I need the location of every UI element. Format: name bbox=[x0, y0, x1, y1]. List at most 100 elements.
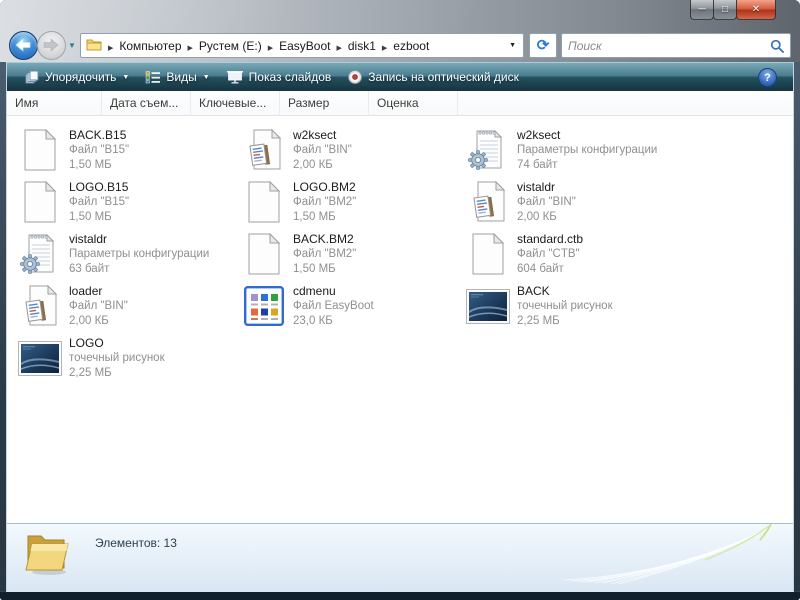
file-size: 2,00 КБ bbox=[69, 314, 128, 329]
folder-icon bbox=[21, 530, 73, 581]
maximize-icon[interactable]: □ bbox=[713, 0, 737, 20]
toolbar-button[interactable]: Виды ▼ bbox=[137, 65, 217, 89]
chevron-down-icon: ▼ bbox=[203, 74, 210, 81]
column-header[interactable]: Дата съем... bbox=[102, 91, 191, 115]
column-header[interactable]: Ключевые... bbox=[191, 91, 280, 115]
file-name: BACK bbox=[517, 284, 613, 299]
column-header[interactable]: Оценка bbox=[369, 91, 458, 115]
blank-file-icon bbox=[463, 233, 513, 275]
toolbar-button[interactable]: Показ слайдов bbox=[218, 65, 340, 89]
bin-file-icon bbox=[463, 181, 513, 223]
search-input[interactable] bbox=[562, 39, 770, 53]
window-frame-right bbox=[794, 62, 800, 600]
minimize-icon[interactable]: ─ bbox=[690, 0, 714, 20]
file-type: точечный рисунок bbox=[69, 351, 165, 366]
breadcrumb-separator-icon: ▶ bbox=[104, 45, 117, 52]
chevron-down-icon: ▼ bbox=[122, 74, 129, 81]
file-size: 2,25 МБ bbox=[517, 314, 613, 329]
refresh-button[interactable]: ⟳ bbox=[529, 33, 557, 58]
slideshow-icon bbox=[226, 70, 244, 84]
blank-file-icon bbox=[239, 233, 289, 275]
file-text: vistaldrФайл "BIN"2,00 КБ bbox=[517, 180, 576, 225]
file-text: loaderФайл "BIN"2,00 КБ bbox=[69, 284, 128, 329]
file-type: Файл EasyBoot bbox=[293, 299, 374, 314]
help-button[interactable]: ? bbox=[758, 68, 777, 87]
file-item[interactable]: w2ksectФайл "BIN"2,00 КБ bbox=[239, 124, 463, 176]
file-item[interactable]: vistaldrПараметры конфигурации63 байт bbox=[15, 228, 239, 280]
toolbar-button-label: Виды bbox=[166, 70, 196, 84]
file-text: standard.ctbФайл "CTB"604 байт bbox=[517, 232, 583, 277]
easyboot-file-icon bbox=[239, 286, 289, 326]
file-type: Файл "BIN" bbox=[293, 143, 352, 158]
client-area: Упорядочить▼ Виды ▼ Показ слайдов Запись на … bbox=[6, 62, 794, 592]
breadcrumb-item[interactable]: disk1 bbox=[346, 39, 378, 53]
breadcrumb-separator-icon: ▶ bbox=[332, 45, 345, 52]
breadcrumb-item[interactable]: Компьютер bbox=[117, 39, 183, 53]
breadcrumb-separator-icon: ▶ bbox=[378, 45, 391, 52]
file-item[interactable]: w2ksectПараметры конфигурации74 байт bbox=[463, 124, 783, 176]
file-text: w2ksectФайл "BIN"2,00 КБ bbox=[293, 128, 352, 173]
file-size: 2,00 КБ bbox=[517, 210, 576, 225]
burn-disc-icon bbox=[347, 69, 363, 85]
config-file-icon bbox=[463, 129, 513, 171]
file-item[interactable]: BACK.B15Файл "B15"1,50 МБ bbox=[15, 124, 239, 176]
toolbar-button[interactable]: Упорядочить▼ bbox=[17, 65, 137, 89]
file-type: Файл "BM2" bbox=[293, 247, 356, 262]
file-item[interactable]: vistaldrФайл "BIN"2,00 КБ bbox=[463, 176, 783, 228]
file-name: loader bbox=[69, 284, 128, 299]
file-type: Файл "CTB" bbox=[517, 247, 583, 262]
file-item[interactable]: LOGOточечный рисунок2,25 МБ bbox=[15, 332, 239, 384]
file-item[interactable]: loaderФайл "BIN"2,00 КБ bbox=[15, 280, 239, 332]
file-name: standard.ctb bbox=[517, 232, 583, 247]
file-size: 1,50 МБ bbox=[293, 262, 356, 277]
file-size: 2,25 МБ bbox=[69, 366, 165, 381]
refresh-icon: ⟳ bbox=[537, 38, 550, 53]
file-size: 23,0 КБ bbox=[293, 314, 374, 329]
blank-file-icon bbox=[239, 181, 289, 223]
file-item[interactable]: standard.ctbФайл "CTB"604 байт bbox=[463, 228, 783, 280]
toolbar-button[interactable]: Запись на оптический диск bbox=[339, 65, 527, 89]
breadcrumb-separator-icon: ▶ bbox=[264, 45, 277, 52]
file-item[interactable]: BACK.BM2Файл "BM2"1,50 МБ bbox=[239, 228, 463, 280]
breadcrumb-item[interactable]: Рустем (E:) bbox=[197, 39, 264, 53]
file-type: Параметры конфигурации bbox=[69, 247, 209, 262]
views-icon bbox=[145, 70, 161, 84]
aero-swoosh-decoration bbox=[555, 522, 785, 586]
file-item[interactable]: LOGO.BM2Файл "BM2"1,50 МБ bbox=[239, 176, 463, 228]
file-item[interactable]: BACKточечный рисунок2,25 МБ bbox=[463, 280, 783, 332]
file-text: BACK.BM2Файл "BM2"1,50 МБ bbox=[293, 232, 356, 277]
file-size: 604 байт bbox=[517, 262, 583, 277]
search-box bbox=[561, 33, 791, 58]
column-header[interactable]: Имя bbox=[7, 91, 102, 115]
file-name: BACK.BM2 bbox=[293, 232, 356, 247]
toolbar-button-label: Показ слайдов bbox=[249, 70, 332, 84]
explorer-window: ─ □ ✕ ▼ ▶Компьютер▶Рустем (E:)▶EasyBoot▶… bbox=[0, 0, 800, 600]
address-bar[interactable]: ▶Компьютер▶Рустем (E:)▶EasyBoot▶disk1▶ez… bbox=[80, 33, 524, 58]
bin-file-icon bbox=[239, 129, 289, 171]
column-header[interactable]: Размер bbox=[280, 91, 369, 115]
chevron-down-icon[interactable]: ▼ bbox=[68, 41, 76, 50]
navigation-bar: ▼ ▶Компьютер▶Рустем (E:)▶EasyBoot▶disk1▶… bbox=[0, 28, 800, 62]
breadcrumb-item[interactable]: ezboot bbox=[391, 39, 431, 53]
file-size: 63 байт bbox=[69, 262, 209, 277]
file-list-area: BACK.B15Файл "B15"1,50 МБLOGO.B15Файл "B… bbox=[7, 116, 793, 523]
breadcrumb-separator-icon: ▶ bbox=[184, 45, 197, 52]
file-name: w2ksect bbox=[293, 128, 352, 143]
back-button[interactable] bbox=[9, 31, 38, 60]
file-text: LOGOточечный рисунок2,25 МБ bbox=[69, 336, 165, 381]
bitmap-file-icon bbox=[463, 289, 513, 324]
file-type: Файл "BIN" bbox=[69, 299, 128, 314]
close-icon[interactable]: ✕ bbox=[736, 0, 776, 20]
breadcrumb: ▶Компьютер▶Рустем (E:)▶EasyBoot▶disk1▶ez… bbox=[104, 39, 431, 53]
file-item[interactable]: cdmenuФайл EasyBoot23,0 КБ bbox=[239, 280, 463, 332]
file-column: BACK.B15Файл "B15"1,50 МБLOGO.B15Файл "B… bbox=[15, 124, 239, 384]
file-name: vistaldr bbox=[517, 180, 576, 195]
file-column: w2ksectПараметры конфигурации74 байтvist… bbox=[463, 124, 783, 384]
file-item[interactable]: LOGO.B15Файл "B15"1,50 МБ bbox=[15, 176, 239, 228]
file-name: w2ksect bbox=[517, 128, 657, 143]
forward-button[interactable] bbox=[37, 31, 66, 60]
chevron-down-icon[interactable]: ▼ bbox=[509, 42, 516, 49]
breadcrumb-item[interactable]: EasyBoot bbox=[277, 39, 332, 53]
question-mark-icon: ? bbox=[764, 72, 771, 84]
file-text: BACKточечный рисунок2,25 МБ bbox=[517, 284, 613, 329]
